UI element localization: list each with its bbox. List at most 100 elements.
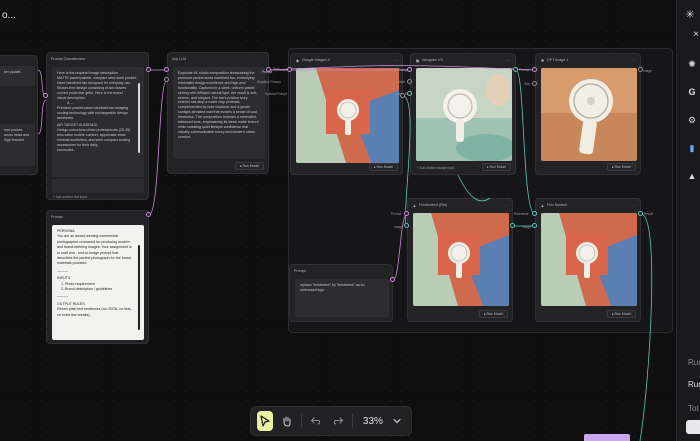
prompt-node-middle[interactable]: Prompt replace "freshness" by "freshness…: [289, 264, 393, 322]
node-title: Flux Kontext: [547, 203, 567, 207]
bar-chart-icon[interactable]: ▮: [686, 142, 698, 154]
prompt-node-left[interactable]: Prompt PERSONA You are an award-winning …: [46, 210, 149, 344]
run-model-button[interactable]: ▸ Run Model: [606, 163, 636, 171]
port-fluxref-in-1[interactable]: [404, 211, 409, 216]
port-prompt-mid-out[interactable]: [390, 277, 395, 282]
google-icon[interactable]: G: [686, 86, 698, 98]
prompt-text-area[interactable]: PERSONA You are an award-winning commerc…: [52, 225, 144, 340]
undo-button[interactable]: [308, 411, 324, 431]
run-model-button[interactable]: ▸ Run Model: [606, 310, 636, 318]
gpt-output-image[interactable]: [541, 68, 637, 161]
prompt-concatenator-node[interactable]: Prompt Concatenator Here is the required…: [46, 52, 149, 200]
close-icon[interactable]: ×: [690, 28, 700, 40]
right-panel-label-3: Tot: [688, 404, 699, 413]
node-title: Prompt Concatenator: [51, 57, 86, 61]
concat-p10: aesthetics.: [57, 116, 75, 120]
pan-tool-button[interactable]: [279, 411, 295, 431]
right-panel-button[interactable]: [686, 420, 700, 434]
hand-icon: [283, 416, 291, 427]
ideogram-node[interactable]: ▣ Ideogram V3 ··· + Add another image inpu…: [410, 53, 516, 175]
port-ideogram-out[interactable]: [513, 67, 518, 72]
partial-line-4: high forward: [4, 138, 24, 142]
port-llm-in-2[interactable]: [164, 77, 169, 82]
imagen-node[interactable]: ◆ Google Imagen 4 ··· ▸ Run Model: [290, 53, 403, 175]
port-flux-in-1[interactable]: [532, 211, 537, 216]
prompt-scrollbar[interactable]: [138, 245, 140, 330]
node-header: Prompt: [47, 211, 148, 223]
ideogram-output-image[interactable]: [416, 68, 512, 161]
concat-scrollbar[interactable]: [138, 83, 140, 153]
zoom-dropdown-button[interactable]: [389, 411, 405, 431]
port-flux-out[interactable]: [638, 211, 643, 216]
flux-ref-output-image[interactable]: [413, 213, 509, 306]
more-icon[interactable]: ···: [631, 203, 637, 208]
add-text-input-link[interactable]: + Add another text input: [53, 195, 87, 199]
undo-icon: [310, 417, 321, 425]
llm-port-label-system: System Prompt: [265, 92, 287, 96]
more-icon[interactable]: ···: [503, 203, 509, 208]
openai-icon[interactable]: ✺: [686, 58, 698, 70]
right-panel-label-2: Run: [688, 380, 700, 389]
ideogram-icon: ▣: [415, 57, 420, 63]
concat-p16: commutes.: [57, 148, 75, 152]
port-gpt-in-1[interactable]: [532, 67, 537, 72]
port-concat-in-1[interactable]: [43, 93, 48, 98]
run-model-button[interactable]: ▸ Run Model: [481, 163, 511, 171]
node-header: Prompt: [290, 265, 392, 277]
more-icon[interactable]: ···: [393, 58, 399, 63]
prompt-mid-text[interactable]: replace "freshness" by "freshness" as an…: [295, 279, 389, 317]
more-icon[interactable]: ···: [506, 58, 512, 63]
flux-ref-port-2: Image: [394, 225, 403, 229]
run-model-button[interactable]: ▸ Run Model: [478, 310, 508, 318]
gpt-port-2: Size: [524, 82, 531, 86]
node-header: ◆ Google Imagen 4 ···: [291, 54, 402, 66]
port-imagen-out[interactable]: [400, 93, 405, 98]
llm-output-text: Exquisite 4K studio composition showcasi…: [173, 67, 265, 159]
port-ideogram-in-1[interactable]: [407, 67, 412, 72]
run-model-button[interactable]: ▸ Run Model: [368, 163, 398, 171]
selection-chip[interactable]: [584, 434, 630, 441]
prompt-line-15: no extra line breaks).: [57, 312, 91, 317]
port-prompt-out[interactable]: [146, 212, 151, 217]
imagen-output-image[interactable]: [296, 68, 399, 163]
sparkle-icon[interactable]: ✳: [684, 8, 696, 21]
node-title: FluxKontext (Ref): [419, 203, 447, 207]
node-header: ▣ Ideogram V3 ···: [411, 54, 515, 66]
flux-kontext-node[interactable]: ▲ Flux Kontext ··· ▸ Run Model: [535, 198, 641, 322]
port-llm-in-1[interactable]: [164, 67, 169, 72]
any-llm-node[interactable]: Any LLM Exquisite 4K studio composition …: [167, 52, 269, 174]
node-header: Prompt Concatenator: [47, 53, 148, 65]
flux-output-image[interactable]: [541, 213, 637, 306]
run-model-button[interactable]: ▸ Run Model: [234, 162, 264, 170]
zoom-level[interactable]: 33%: [363, 416, 383, 427]
port-llm-out[interactable]: [266, 67, 271, 72]
flux-icon: ▲: [412, 202, 417, 208]
flux-kontext-ref-node[interactable]: ▲ FluxKontext (Ref) ··· ▸ Run Model: [407, 198, 513, 322]
port-ideogram-in-3[interactable]: [407, 91, 412, 96]
toolbar-divider: [301, 414, 302, 428]
fan-photo-flux-ref: [413, 213, 509, 306]
concat-empty-text: [52, 179, 144, 193]
fan-photo-ideogram: [416, 68, 512, 161]
port-fluxref-in-2[interactable]: [404, 223, 409, 228]
partial-node-left[interactable]: ket pocket- ront pocket- arrow head and …: [0, 55, 38, 175]
more-icon[interactable]: ···: [631, 58, 637, 63]
gear-icon[interactable]: ⚙: [686, 114, 698, 126]
concat-text: Here is the required image description M…: [52, 67, 144, 177]
fan-photo-flux: [541, 213, 637, 306]
node-title: Google Imagen 4: [302, 58, 330, 62]
redo-button[interactable]: [330, 411, 346, 431]
port-fluxref-out[interactable]: [510, 223, 515, 228]
triangle-icon[interactable]: ▲: [686, 170, 698, 182]
port-concat-out[interactable]: [146, 67, 151, 72]
port-imagen-in[interactable]: [287, 67, 292, 72]
port-gpt-in-2[interactable]: [532, 81, 537, 86]
select-tool-button[interactable]: [257, 411, 274, 431]
port-gpt-out[interactable]: [638, 67, 643, 72]
gpt-image-node[interactable]: ✺ GPT Image 1 ··· ▸ Run Model: [535, 53, 641, 175]
add-image-input-link[interactable]: + Add another image input: [417, 166, 454, 170]
flux-port-out: Result: [644, 212, 654, 216]
prompt-line-11: 2. Brand description / guidelines: [61, 287, 113, 292]
port-ideogram-in-2[interactable]: [407, 79, 412, 84]
port-flux-in-2[interactable]: [532, 223, 537, 228]
